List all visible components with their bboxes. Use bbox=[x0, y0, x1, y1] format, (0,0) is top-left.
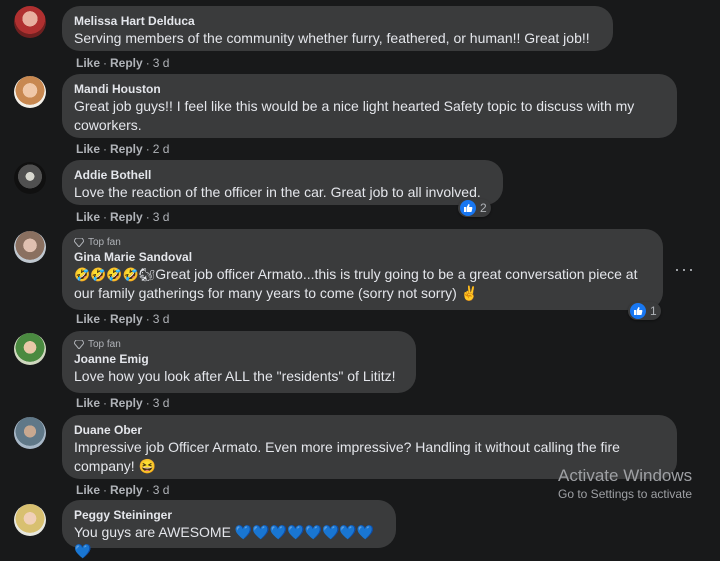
reply-link[interactable]: Reply bbox=[110, 142, 143, 156]
avatar[interactable] bbox=[14, 76, 46, 108]
badge-label: Top fan bbox=[88, 339, 121, 350]
avatar[interactable] bbox=[14, 504, 46, 536]
comment-bubble: Top fan Gina Marie Sandoval 🤣🤣🤣🤣🐿Great j… bbox=[62, 229, 663, 310]
watermark-subtitle: Go to Settings to activate bbox=[558, 487, 693, 501]
timestamp[interactable]: 3 d bbox=[153, 210, 170, 224]
comment-author[interactable]: Mandi Houston bbox=[74, 82, 665, 97]
comment-actions: Like · Reply · 3 d bbox=[76, 312, 170, 326]
comment-actions: Like · Reply · 3 d bbox=[76, 210, 170, 224]
reply-link[interactable]: Reply bbox=[110, 56, 143, 70]
comment-text: 🤣🤣🤣🤣🐿Great job officer Armato...this is … bbox=[74, 265, 651, 303]
like-link[interactable]: Like bbox=[76, 56, 100, 70]
reply-link[interactable]: Reply bbox=[110, 210, 143, 224]
comment-author[interactable]: Duane Ober bbox=[74, 423, 665, 438]
reaction-number: 1 bbox=[650, 304, 657, 318]
watermark-title: Activate Windows bbox=[558, 466, 693, 485]
timestamp[interactable]: 3 d bbox=[153, 483, 170, 497]
like-link[interactable]: Like bbox=[76, 210, 100, 224]
badge-label: Top fan bbox=[88, 237, 121, 248]
comment-author[interactable]: Gina Marie Sandoval bbox=[74, 250, 651, 265]
like-link[interactable]: Like bbox=[76, 312, 100, 326]
timestamp[interactable]: 3 d bbox=[153, 312, 170, 326]
comment-author[interactable]: Addie Bothell bbox=[74, 168, 491, 183]
reaction-number: 2 bbox=[480, 201, 487, 215]
top-fan-badge: Top fan bbox=[74, 237, 651, 248]
comment-actions: Like · Reply · 3 d bbox=[76, 396, 170, 410]
timestamp[interactable]: 3 d bbox=[153, 56, 170, 70]
comment-bubble: Mandi Houston Great job guys!! I feel li… bbox=[62, 74, 677, 138]
avatar[interactable] bbox=[14, 417, 46, 449]
comment-author[interactable]: Joanne Emig bbox=[74, 352, 404, 367]
comment-bubble: Addie Bothell Love the reaction of the o… bbox=[62, 160, 503, 205]
diamond-icon bbox=[74, 238, 84, 247]
diamond-icon bbox=[74, 340, 84, 349]
comment-text: You guys are AWESOME 💙💙💙💙💙💙💙💙💙 bbox=[74, 524, 375, 559]
avatar[interactable] bbox=[14, 6, 46, 38]
reaction-count[interactable]: 2 bbox=[458, 199, 491, 217]
comment-actions: Like · Reply · 2 d bbox=[76, 142, 170, 156]
avatar[interactable] bbox=[14, 333, 46, 365]
more-options-icon[interactable]: ··· bbox=[674, 260, 694, 278]
comment-bubble: Melissa Hart Delduca Serving members of … bbox=[62, 6, 613, 51]
thumbs-up-icon bbox=[460, 200, 476, 216]
avatar[interactable] bbox=[14, 162, 46, 194]
comment-body: Great job officer Armato...this is truly… bbox=[74, 266, 638, 301]
comment-bubble: Peggy Steininger You guys are AWESOME 💙💙… bbox=[62, 500, 396, 559]
reply-link[interactable]: Reply bbox=[110, 396, 143, 410]
emoji-prefix: 🤣🤣🤣🤣🐿 bbox=[74, 267, 156, 282]
reaction-count[interactable]: 1 bbox=[628, 302, 661, 320]
comment-actions: Like · Reply · 3 d bbox=[76, 483, 170, 497]
like-link[interactable]: Like bbox=[76, 396, 100, 410]
comment-author[interactable]: Melissa Hart Delduca bbox=[74, 14, 601, 29]
comment-author[interactable]: Peggy Steininger bbox=[74, 508, 384, 523]
timestamp[interactable]: 2 d bbox=[153, 142, 170, 156]
comment-text: Serving members of the community whether… bbox=[74, 30, 590, 46]
like-link[interactable]: Like bbox=[76, 483, 100, 497]
comment-text: Love how you look after ALL the "residen… bbox=[74, 368, 396, 384]
timestamp[interactable]: 3 d bbox=[153, 396, 170, 410]
thumbs-up-icon bbox=[630, 303, 646, 319]
reply-link[interactable]: Reply bbox=[110, 483, 143, 497]
top-fan-badge: Top fan bbox=[74, 339, 404, 350]
reply-link[interactable]: Reply bbox=[110, 312, 143, 326]
activate-windows-watermark: Activate Windows Go to Settings to activ… bbox=[558, 466, 692, 502]
comment-bubble: Top fan Joanne Emig Love how you look af… bbox=[62, 331, 416, 393]
comment-actions: Like · Reply · 3 d bbox=[76, 56, 170, 70]
avatar[interactable] bbox=[14, 231, 46, 263]
comment-text: Love the reaction of the officer in the … bbox=[74, 184, 481, 200]
like-link[interactable]: Like bbox=[76, 142, 100, 156]
comment-text: Great job guys!! I feel like this would … bbox=[74, 98, 635, 133]
